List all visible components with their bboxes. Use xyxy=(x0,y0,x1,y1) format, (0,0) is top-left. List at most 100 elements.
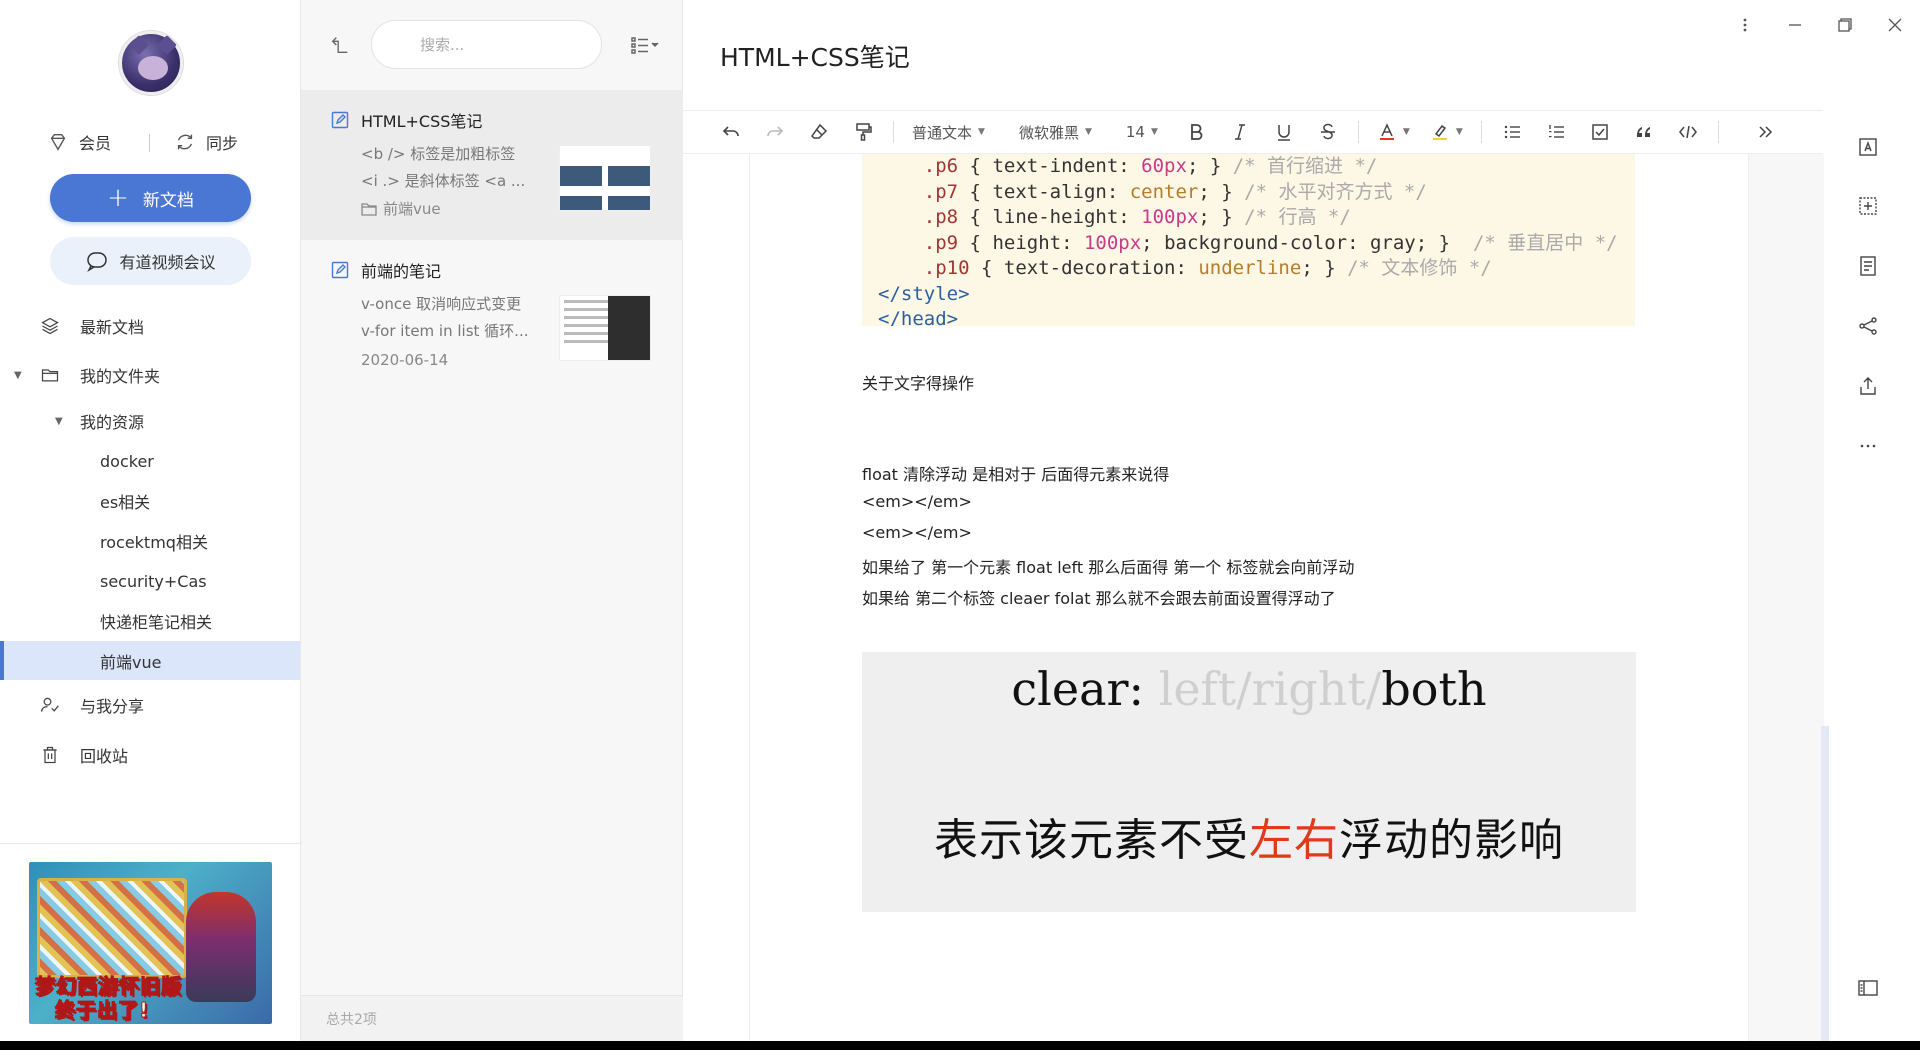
share-button[interactable] xyxy=(1854,312,1882,340)
redo-button[interactable] xyxy=(753,110,797,154)
folder-item[interactable]: 快递柜笔记相关 xyxy=(0,602,300,640)
format-painter-button[interactable] xyxy=(841,110,885,154)
folder-item[interactable]: es相关 xyxy=(0,482,300,520)
nav-my-resources-label: 我的资源 xyxy=(80,413,145,432)
nav-trash[interactable]: 回收站 xyxy=(0,736,300,774)
more-options-button[interactable] xyxy=(1854,432,1882,460)
paragraph-style-select[interactable]: 普通文本 ▼ xyxy=(902,110,995,154)
folder-label: security+Cas xyxy=(100,571,207,591)
chevron-down-icon: ▼ xyxy=(1150,127,1158,137)
close-icon xyxy=(1888,18,1902,32)
quote-button[interactable] xyxy=(1622,110,1666,154)
document-card[interactable]: 前端的笔记 v-once 取消响应式变更 v-for item in list … xyxy=(301,240,683,390)
code-line: .p10 { text-decoration: underline; } /* … xyxy=(923,257,1492,279)
toggle-panel-button[interactable] xyxy=(1854,974,1882,1002)
nav-trash-label: 回收站 xyxy=(80,747,129,766)
document-body[interactable]: .p6 { text-indent: 60px; } /* 首行缩进 */ .p… xyxy=(749,154,1749,1041)
avatar[interactable] xyxy=(119,31,183,95)
code-icon xyxy=(1678,125,1697,139)
checkbox-icon xyxy=(1591,124,1608,140)
diamond-icon xyxy=(50,133,66,151)
upload-icon xyxy=(1860,377,1876,395)
nav-my-resources[interactable]: ▼ 我的资源 xyxy=(0,402,300,440)
document-thumbnail xyxy=(559,295,651,361)
bold-button[interactable] xyxy=(1174,110,1218,154)
folder-item[interactable]: security+Cas xyxy=(0,562,300,600)
toolbar-divider xyxy=(1357,121,1359,143)
document-outline-icon xyxy=(1860,256,1876,276)
nav-my-folder[interactable]: ▼ 我的文件夹 xyxy=(0,356,300,394)
export-button[interactable] xyxy=(1854,372,1882,400)
video-meeting-label: 有道视频会议 xyxy=(119,253,216,272)
clear-format-button[interactable] xyxy=(797,110,841,154)
paragraph-style-value: 普通文本 xyxy=(912,123,973,142)
minimize-button[interactable] xyxy=(1770,0,1820,50)
trash-icon xyxy=(43,746,57,764)
close-button[interactable] xyxy=(1870,0,1920,50)
folder-label: rocektmq相关 xyxy=(100,533,208,552)
code-line: .p8 { line-height: 100px; } /* 行高 */ xyxy=(923,206,1351,228)
new-document-button[interactable]: + 新文档 xyxy=(50,174,251,222)
list-view-icon[interactable] xyxy=(629,34,661,56)
go-up-icon[interactable] xyxy=(329,34,351,56)
highlight-color-select[interactable]: ▼ xyxy=(1420,110,1473,154)
caret-down-icon[interactable]: ▼ xyxy=(55,416,63,427)
outline-button[interactable] xyxy=(1854,252,1882,280)
restore-button[interactable] xyxy=(1820,0,1870,50)
bold-icon xyxy=(1190,124,1203,140)
strikethrough-button[interactable] xyxy=(1306,110,1350,154)
code-line: .p9 { height: 100px; background-color: g… xyxy=(923,231,1618,254)
image-line-description: 表示该元素不受左右浮动的影响 xyxy=(934,815,1564,866)
more-tools-button[interactable] xyxy=(1743,110,1787,154)
paragraph-text[interactable]: 如果给 第二个标签 cleaer folat 那么就不会跟去前面设置得浮动了 xyxy=(862,585,1336,609)
toolbar-divider xyxy=(893,121,894,143)
nav-shared[interactable]: 与我分享 xyxy=(0,686,300,724)
bullet-list-button[interactable] xyxy=(1490,110,1534,154)
checklist-button[interactable] xyxy=(1578,110,1622,154)
numbered-list-button[interactable] xyxy=(1534,110,1578,154)
text-style-button[interactable] xyxy=(1854,133,1882,161)
paragraph-text[interactable]: 如果给了 第一个元素 float left 那么后面得 第一个 标签就会向前浮动 xyxy=(862,554,1354,578)
undo-icon xyxy=(722,126,739,137)
member-button[interactable]: 会员 xyxy=(47,130,111,154)
document-snippet: v-for item in list 循环... xyxy=(361,322,529,340)
folder-item-active[interactable]: 前端vue xyxy=(0,641,300,680)
video-meeting-button[interactable]: 有道视频会议 xyxy=(50,237,251,285)
sync-button[interactable]: 同步 xyxy=(174,130,238,154)
folder-item[interactable]: rocektmq相关 xyxy=(0,522,300,560)
highlighter-icon xyxy=(1432,124,1447,140)
italic-button[interactable] xyxy=(1218,110,1262,154)
search-box[interactable] xyxy=(371,20,602,69)
document-snippet: <i .> 是斜体标签 <a ... xyxy=(361,172,526,190)
font-size-select[interactable]: 14 ▼ xyxy=(1116,110,1168,154)
window-controls xyxy=(1720,0,1920,50)
editor: HTML+CSS笔记 普通文本 ▼ 微软雅黑 ▼ 14 ▼ ▼ ▼ .p6 {… xyxy=(683,0,1920,1041)
insert-button[interactable] xyxy=(1854,192,1882,220)
paragraph-text[interactable]: <em></em> xyxy=(862,523,972,542)
text-box-icon xyxy=(1859,138,1877,156)
ad-banner[interactable]: 梦幻西游怀旧版 终于出了! xyxy=(29,862,272,1024)
paragraph-text[interactable]: float 清除浮动 是相对于 后面得元素来说得 xyxy=(862,461,1169,485)
undo-button[interactable] xyxy=(709,110,753,154)
paragraph-text[interactable]: 关于文字得操作 xyxy=(862,370,974,394)
font-color-select[interactable]: ▼ xyxy=(1367,110,1420,154)
paragraph-text[interactable]: <em></em> xyxy=(862,492,972,511)
code-block-button[interactable] xyxy=(1666,110,1710,154)
font-family-select[interactable]: 微软雅黑 ▼ xyxy=(1009,110,1102,154)
caret-down-icon[interactable]: ▼ xyxy=(14,370,22,381)
member-label: 会员 xyxy=(79,134,112,153)
font-family-value: 微软雅黑 xyxy=(1018,123,1079,142)
folder-label: 快递柜笔记相关 xyxy=(100,613,213,632)
document-card[interactable]: HTML+CSS笔记 <b /> 标签是加粗标签 <i .> 是斜体标签 <a … xyxy=(301,90,683,240)
eraser-icon xyxy=(811,123,828,139)
chevron-down-icon: ▼ xyxy=(1455,127,1463,137)
top-actions: 会员 同步 xyxy=(0,130,301,156)
nav-recent[interactable]: 最新文档 xyxy=(0,307,300,345)
folder-item[interactable]: docker xyxy=(0,442,300,480)
underline-button[interactable] xyxy=(1262,110,1306,154)
restore-icon xyxy=(1838,18,1852,32)
page-title[interactable]: HTML+CSS笔记 xyxy=(720,38,910,74)
more-menu-button[interactable] xyxy=(1720,0,1770,50)
toolbar-divider xyxy=(1717,121,1719,143)
search-input[interactable] xyxy=(420,35,580,54)
